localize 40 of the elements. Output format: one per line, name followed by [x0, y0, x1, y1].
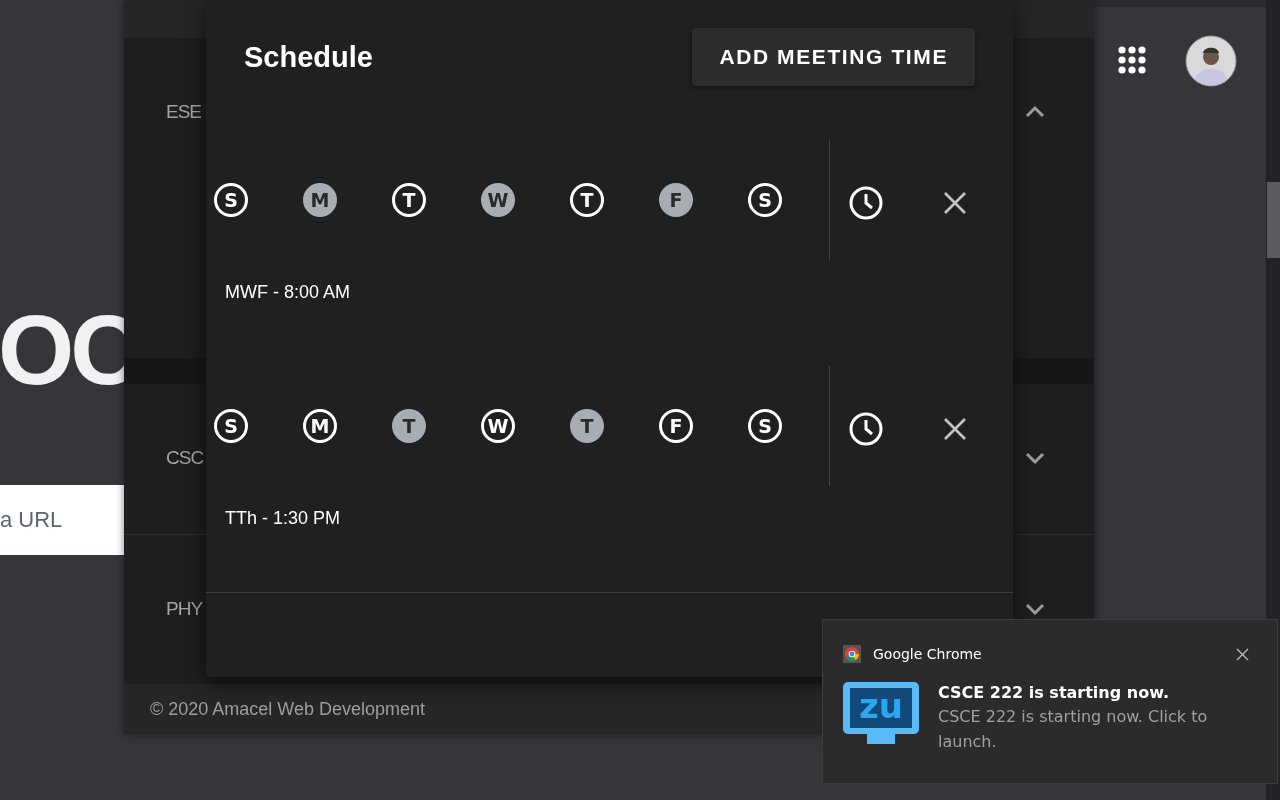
chevron-up-icon[interactable] [1024, 104, 1046, 120]
day-toggle[interactable]: W [481, 409, 515, 443]
footer-text: © 2020 Amacel Web Development [150, 698, 426, 720]
day-toggle[interactable]: S [748, 409, 782, 443]
course-name: PHY [166, 598, 203, 620]
day-toggle[interactable]: T [392, 409, 426, 443]
course-name: ESE [166, 101, 202, 123]
browser-logo-icon [843, 645, 861, 663]
close-icon[interactable] [1236, 647, 1249, 661]
day-toggle[interactable]: T [570, 183, 604, 217]
day-toggle[interactable]: F [659, 183, 693, 217]
notification-body: CSCE 222 is starting now. Click to launch. [938, 706, 1209, 753]
clock-icon[interactable] [849, 186, 883, 220]
day-toggle[interactable]: M [303, 409, 337, 443]
notification-title: CSCE 222 is starting now. [938, 682, 1170, 704]
app-name: Google Chrome [873, 646, 982, 662]
course-name: CSC [166, 447, 204, 469]
day-toggle[interactable]: S [214, 409, 248, 443]
notification-card[interactable]: Google Chrome zu CSCE 222 is starting now. CSCE 222 is starting now. Click to launch. [822, 619, 1278, 784]
meeting-summary: TTh - 1:30 PM [225, 508, 342, 528]
day-toggle[interactable]: W [481, 183, 515, 217]
chevron-down-icon[interactable] [1024, 601, 1046, 617]
clock-icon[interactable] [849, 412, 883, 446]
scrollbar-thumb[interactable] [1267, 182, 1280, 258]
day-toggle[interactable]: T [570, 409, 604, 443]
chevron-down-icon[interactable] [1024, 450, 1046, 466]
add-meeting-button[interactable]: ADD MEETING TIME [692, 28, 975, 86]
day-toggle[interactable]: F [659, 409, 693, 443]
logo-text: zu [859, 690, 903, 722]
dialog-title: Schedule [244, 40, 373, 74]
day-toggle[interactable]: T [392, 183, 426, 217]
url-input-field[interactable]: a URL [0, 485, 124, 555]
day-toggle[interactable]: S [214, 183, 248, 217]
day-toggle[interactable]: S [748, 183, 782, 217]
monitor-icon [843, 682, 919, 744]
meeting-summary: MWF - 8:00 AM [225, 282, 351, 302]
close-icon[interactable] [943, 417, 967, 441]
apps-grid-icon[interactable] [1118, 46, 1146, 74]
day-toggle[interactable]: M [303, 183, 337, 217]
close-icon[interactable] [943, 191, 967, 215]
